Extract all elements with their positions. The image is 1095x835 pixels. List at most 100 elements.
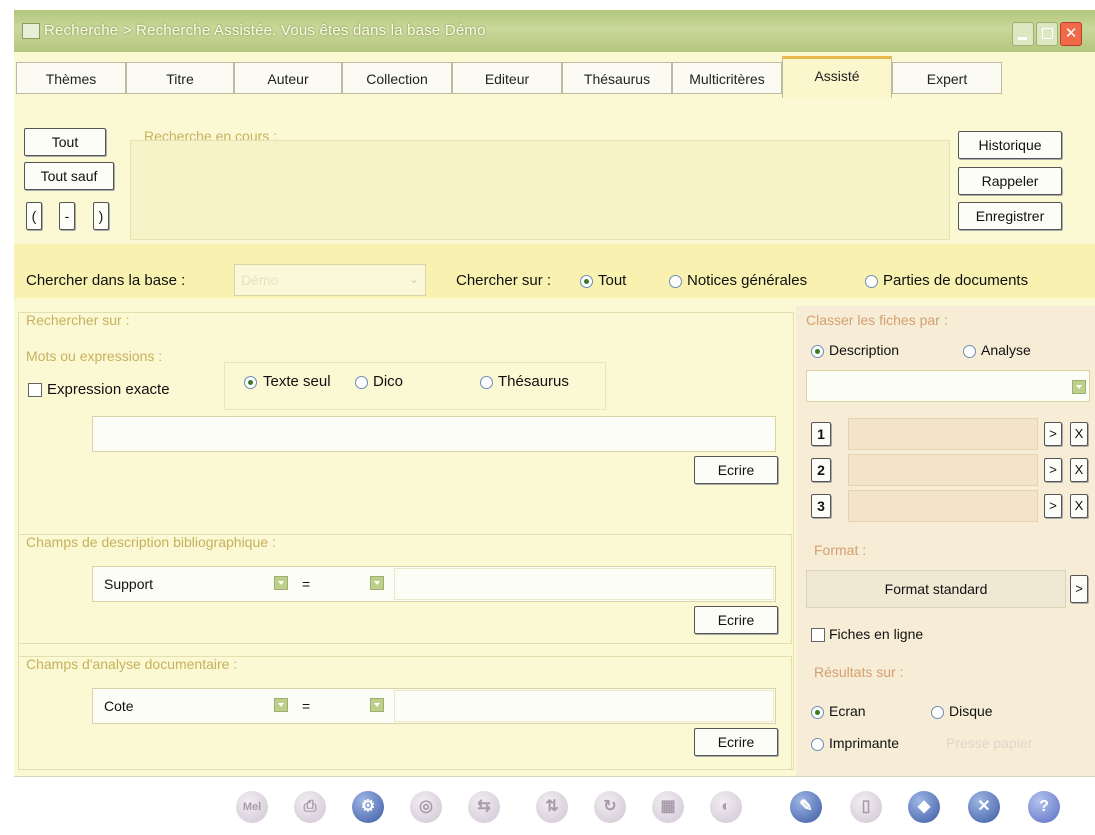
radio-dico[interactable] [355, 376, 368, 389]
sort-select[interactable] [806, 370, 1090, 402]
radio-imprimante[interactable] [811, 738, 824, 751]
settings-icon[interactable]: ⚙ [352, 791, 384, 823]
dash-button[interactable]: - [59, 202, 75, 230]
bottom-toolbar: Mel ⎙ ⚙ ◎ ⇆ ⇅ ↻ ▦ ◐ ✎ ▯ ◆ ✕ ? [14, 776, 1095, 835]
search-icon[interactable]: ✎ [790, 791, 822, 823]
enregistrer-button[interactable]: Enregistrer [958, 202, 1062, 230]
tab-collection[interactable]: Collection [342, 62, 452, 94]
exact-expression-checkbox[interactable] [28, 383, 42, 397]
rappeler-button[interactable]: Rappeler [958, 167, 1062, 195]
tab-auteur[interactable]: Auteur [234, 62, 342, 94]
main-window: Recherche > Recherche Assistée. Vous ête… [14, 10, 1095, 835]
radio-tout-label[interactable]: Tout [598, 272, 626, 289]
maximize-button[interactable] [1036, 22, 1058, 46]
tout-sauf-button[interactable]: Tout sauf [24, 162, 114, 190]
write-analysis-button[interactable]: Ecrire [694, 728, 778, 756]
sort-row-2-go-button[interactable]: > [1044, 458, 1062, 482]
exact-expression-label[interactable]: Expression exacte [47, 381, 170, 398]
sort-row-3-go-button[interactable]: > [1044, 494, 1062, 518]
radio-parties[interactable] [865, 275, 878, 288]
biblio-field-select[interactable]: Support [104, 576, 153, 592]
radio-ecran[interactable] [811, 706, 824, 719]
base-select[interactable]: Démo ⌄ [234, 264, 426, 296]
sort-row-3-field[interactable] [848, 490, 1038, 522]
radio-texte-seul[interactable] [244, 376, 257, 389]
mail-icon: Mel [236, 791, 268, 823]
format-label: Format : [814, 542, 867, 558]
close-paren-button[interactable]: ) [93, 202, 109, 230]
validate-icon[interactable]: ◆ [908, 791, 940, 823]
sort-label: Classer les fiches par : [806, 312, 948, 328]
radio-notices[interactable] [669, 275, 682, 288]
disk-icon: ◎ [410, 791, 442, 823]
radio-analyse[interactable] [963, 345, 976, 358]
radio-thesaurus-label[interactable]: Thésaurus [498, 373, 569, 390]
current-search-area[interactable] [130, 140, 950, 240]
sort-row-2-field[interactable] [848, 454, 1038, 486]
historique-button[interactable]: Historique [958, 131, 1062, 159]
sort-row-3-number: 3 [811, 494, 831, 518]
close-icon[interactable]: ✕ [968, 791, 1000, 823]
biblio-operator: = [302, 576, 311, 592]
reset-icon: ◐ [710, 791, 742, 823]
close-window-button[interactable]: ✕ [1060, 22, 1082, 46]
biblio-group-label: Champs de description bibliographique : [26, 534, 276, 550]
sort-row-1-go-button[interactable]: > [1044, 422, 1062, 446]
refresh-icon: ↻ [594, 791, 626, 823]
radio-description-label[interactable]: Description [829, 342, 899, 358]
tab-titre[interactable]: Titre [126, 62, 234, 94]
radio-tout[interactable] [580, 275, 593, 288]
radio-presse-papier-label: Presse papier [946, 735, 1033, 751]
radio-imprimante-label[interactable]: Imprimante [829, 735, 899, 751]
minimize-button[interactable] [1012, 22, 1034, 46]
write-biblio-button[interactable]: Ecrire [694, 606, 778, 634]
title-bar[interactable]: Recherche > Recherche Assistée. Vous ête… [14, 10, 1095, 52]
radio-disque-label[interactable]: Disque [949, 703, 993, 719]
export-icon: ⇆ [468, 791, 500, 823]
radio-notices-label[interactable]: Notices générales [687, 272, 807, 289]
sort-row-1-field[interactable] [848, 418, 1038, 450]
biblio-value-input[interactable] [394, 568, 774, 600]
chevron-down-icon[interactable] [1072, 380, 1086, 394]
radio-description[interactable] [811, 345, 824, 358]
radio-ecran-label[interactable]: Ecran [829, 703, 866, 719]
tab-assiste[interactable]: Assisté [782, 56, 892, 98]
analysis-value-input[interactable] [394, 690, 774, 722]
radio-dico-label[interactable]: Dico [373, 373, 403, 390]
words-label: Mots ou expressions : [26, 348, 163, 364]
sort-row-2-clear-button[interactable]: X [1070, 458, 1088, 482]
chevron-down-icon[interactable] [274, 576, 288, 590]
analysis-field-select[interactable]: Cote [104, 698, 134, 714]
sort-row-1-clear-button[interactable]: X [1070, 422, 1088, 446]
help-icon[interactable]: ? [1028, 791, 1060, 823]
tab-thesaurus[interactable]: Thésaurus [562, 62, 672, 94]
chevron-down-icon[interactable] [274, 698, 288, 712]
sort-row-3-clear-button[interactable]: X [1070, 494, 1088, 518]
analysis-group-label: Champs d'analyse documentaire : [26, 656, 238, 672]
tab-editeur[interactable]: Editeur [452, 62, 562, 94]
tab-expert[interactable]: Expert [892, 62, 1002, 94]
chevron-down-icon[interactable] [370, 576, 384, 590]
tab-multicriteres[interactable]: Multicritères [672, 62, 782, 94]
fiches-en-ligne-checkbox[interactable] [811, 628, 825, 642]
base-label: Chercher dans la base : [26, 272, 186, 289]
radio-disque[interactable] [931, 706, 944, 719]
write-words-button[interactable]: Ecrire [694, 456, 778, 484]
radio-thesaurus[interactable] [480, 376, 493, 389]
radio-analyse-label[interactable]: Analyse [981, 342, 1031, 358]
format-field[interactable]: Format standard [806, 570, 1066, 608]
format-go-button[interactable]: > [1070, 575, 1088, 603]
words-input[interactable] [92, 416, 776, 452]
tab-themes[interactable]: Thèmes [16, 62, 126, 94]
chevron-down-icon[interactable] [370, 698, 384, 712]
open-paren-button[interactable]: ( [26, 202, 42, 230]
sort-row-2-number: 2 [811, 458, 831, 482]
radio-parties-label[interactable]: Parties de documents [883, 272, 1028, 289]
fiches-en-ligne-label[interactable]: Fiches en ligne [829, 626, 923, 642]
delete-icon: ▯ [850, 791, 882, 823]
grid-icon: ▦ [652, 791, 684, 823]
tout-button[interactable]: Tout [24, 128, 106, 156]
sort-row-1-number: 1 [811, 422, 831, 446]
radio-texte-seul-label[interactable]: Texte seul [263, 373, 331, 390]
print-icon: ⎙ [294, 791, 326, 823]
